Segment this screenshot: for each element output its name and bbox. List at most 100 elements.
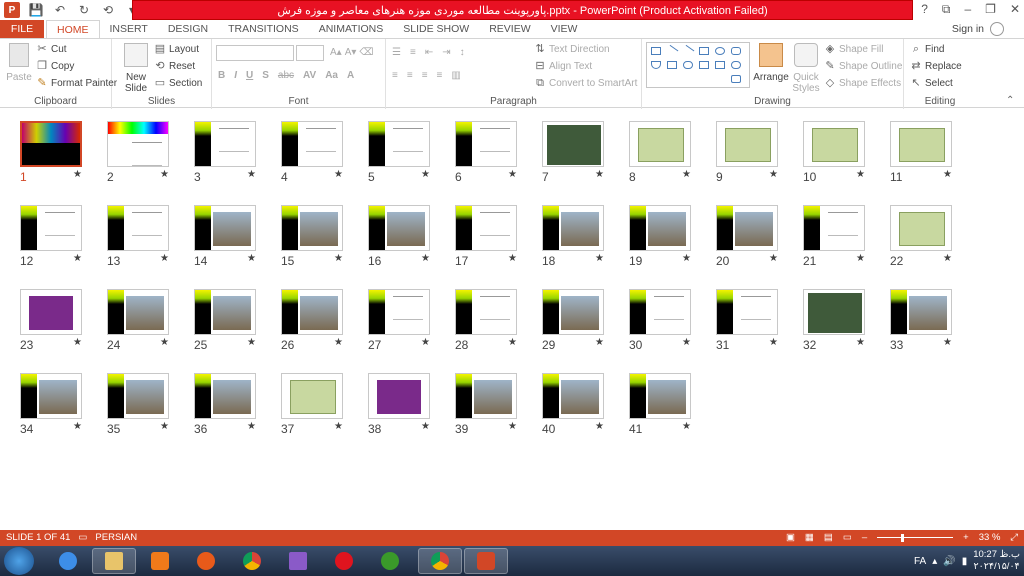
opera-icon[interactable] — [322, 548, 366, 574]
convert-smartart-button[interactable]: ⧉ Convert to SmartArt — [534, 77, 637, 89]
slide-thumbnail[interactable]: 2 ★ — [107, 121, 169, 184]
slide-preview[interactable] — [542, 373, 604, 419]
slide-thumbnail[interactable]: 41 ★ — [629, 373, 691, 436]
underline-button[interactable]: U — [246, 70, 253, 81]
slide-thumbnail[interactable]: 3 ★ — [194, 121, 256, 184]
slide-preview[interactable] — [194, 205, 256, 251]
shapes-gallery[interactable] — [646, 42, 750, 88]
char-spacing-button[interactable]: AV — [303, 70, 316, 81]
replace-button[interactable]: ⇄ Replace — [910, 60, 961, 72]
reading-view-icon[interactable]: ▤ — [824, 530, 833, 546]
avatar[interactable] — [990, 22, 1004, 36]
animation-star-icon[interactable]: ★ — [421, 253, 430, 264]
slide-preview[interactable] — [281, 373, 343, 419]
slide-thumbnail[interactable]: 30 ★ — [629, 289, 691, 352]
animation-star-icon[interactable]: ★ — [334, 169, 343, 180]
animation-star-icon[interactable]: ★ — [160, 337, 169, 348]
shape-triangle-icon[interactable] — [651, 61, 661, 69]
network-icon[interactable]: ▮ — [962, 556, 968, 567]
slide-preview[interactable] — [803, 121, 865, 167]
slide-thumbnail[interactable]: 24 ★ — [107, 289, 169, 352]
line-spacing-icon[interactable]: ↕ — [460, 47, 465, 58]
tab-file[interactable]: FILE — [0, 20, 44, 38]
input-language[interactable]: FA — [914, 556, 926, 567]
slide-preview[interactable] — [107, 289, 169, 335]
animation-star-icon[interactable]: ★ — [508, 169, 517, 180]
char-strike-button[interactable]: abc — [278, 70, 294, 81]
animation-star-icon[interactable]: ★ — [421, 421, 430, 432]
media-player-icon[interactable] — [138, 548, 182, 574]
chrome-window-icon[interactable] — [418, 548, 462, 574]
shape-arrow-icon[interactable] — [681, 44, 695, 58]
animation-star-icon[interactable]: ★ — [73, 421, 82, 432]
slide-thumbnail[interactable]: 32 ★ — [803, 289, 865, 352]
slide-preview[interactable] — [542, 205, 604, 251]
reset-button[interactable]: ⟲ Reset — [154, 60, 195, 72]
slide-preview[interactable] — [368, 373, 430, 419]
justify-icon[interactable]: ≡ — [437, 70, 443, 81]
slide-preview[interactable] — [716, 205, 778, 251]
format-painter-button[interactable]: ✎ Format Painter — [36, 77, 117, 89]
slide-thumbnail[interactable]: 14 ★ — [194, 205, 256, 268]
slide-thumbnail[interactable]: 16 ★ — [368, 205, 430, 268]
ribbon-display-options-icon[interactable]: ⧉ — [942, 2, 951, 17]
slide-preview[interactable] — [890, 121, 952, 167]
slide-thumbnail[interactable]: 27 ★ — [368, 289, 430, 352]
animation-star-icon[interactable]: ★ — [943, 169, 952, 180]
animation-star-icon[interactable]: ★ — [508, 421, 517, 432]
align-right-icon[interactable]: ≡ — [422, 70, 428, 81]
slide-thumbnail[interactable]: 36 ★ — [194, 373, 256, 436]
italic-button[interactable]: I — [234, 70, 237, 81]
shape-effects-button[interactable]: ◇ Shape Effects — [824, 77, 901, 89]
download-manager-icon[interactable] — [368, 548, 412, 574]
slide-preview[interactable] — [281, 121, 343, 167]
powerpoint-window-icon[interactable] — [464, 548, 508, 574]
shape-curve-icon[interactable] — [683, 61, 693, 69]
slide-preview[interactable] — [281, 205, 343, 251]
shape-rect-icon[interactable] — [699, 47, 709, 55]
animation-star-icon[interactable]: ★ — [856, 337, 865, 348]
save-icon[interactable]: 💾 — [28, 2, 44, 18]
slide-preview[interactable] — [107, 373, 169, 419]
shape-fill-button[interactable]: ◈ Shape Fill — [824, 43, 884, 55]
slide-thumbnail[interactable]: 39 ★ — [455, 373, 517, 436]
animation-star-icon[interactable]: ★ — [769, 169, 778, 180]
slide-thumbnail[interactable]: 10 ★ — [803, 121, 865, 184]
slide-thumbnail[interactable]: 7 ★ — [542, 121, 604, 184]
animation-star-icon[interactable]: ★ — [73, 253, 82, 264]
font-grow-shrink[interactable]: A▴ A▾ ⌫ — [330, 47, 374, 58]
tab-home[interactable]: HOME — [46, 20, 100, 38]
slide-thumbnail[interactable]: 13 ★ — [107, 205, 169, 268]
grow-font-icon[interactable]: A▴ — [330, 47, 342, 58]
tab-animations[interactable]: ANIMATIONS — [309, 20, 394, 38]
animation-star-icon[interactable]: ★ — [682, 337, 691, 348]
slide-thumbnail[interactable]: 18 ★ — [542, 205, 604, 268]
proofing-icon[interactable]: ▭ — [78, 530, 87, 546]
layout-button[interactable]: ▤ Layout — [154, 43, 199, 55]
slide-thumbnail[interactable]: 29 ★ — [542, 289, 604, 352]
restore-icon[interactable]: ❐ — [985, 2, 996, 17]
animation-star-icon[interactable]: ★ — [334, 337, 343, 348]
animation-star-icon[interactable]: ★ — [595, 253, 604, 264]
clock[interactable]: 10:27 ب.ظ ۲۰۲۴/۱۵/۰۴ — [973, 549, 1020, 573]
animation-star-icon[interactable]: ★ — [334, 253, 343, 264]
new-slide-button[interactable]: New Slide — [122, 43, 150, 94]
slide-preview[interactable] — [629, 289, 691, 335]
visual-studio-icon[interactable] — [276, 548, 320, 574]
tab-design[interactable]: DESIGN — [158, 20, 218, 38]
slide-thumbnail[interactable]: 35 ★ — [107, 373, 169, 436]
slide-preview[interactable] — [890, 289, 952, 335]
slide-preview[interactable] — [368, 289, 430, 335]
bold-button[interactable]: B — [218, 70, 225, 81]
arrange-button[interactable]: Arrange — [753, 43, 789, 83]
animation-star-icon[interactable]: ★ — [160, 169, 169, 180]
shape-down-arrow-icon[interactable] — [715, 61, 725, 69]
slide-thumbnail[interactable]: 19 ★ — [629, 205, 691, 268]
align-text-button[interactable]: ⊟ Align Text — [534, 60, 592, 72]
file-explorer-icon[interactable] — [92, 548, 136, 574]
slide-preview[interactable] — [194, 289, 256, 335]
shape-textbox-icon[interactable] — [651, 47, 661, 55]
shape-connector-icon[interactable] — [667, 61, 677, 69]
slide-preview[interactable] — [20, 121, 82, 167]
animation-star-icon[interactable]: ★ — [334, 421, 343, 432]
